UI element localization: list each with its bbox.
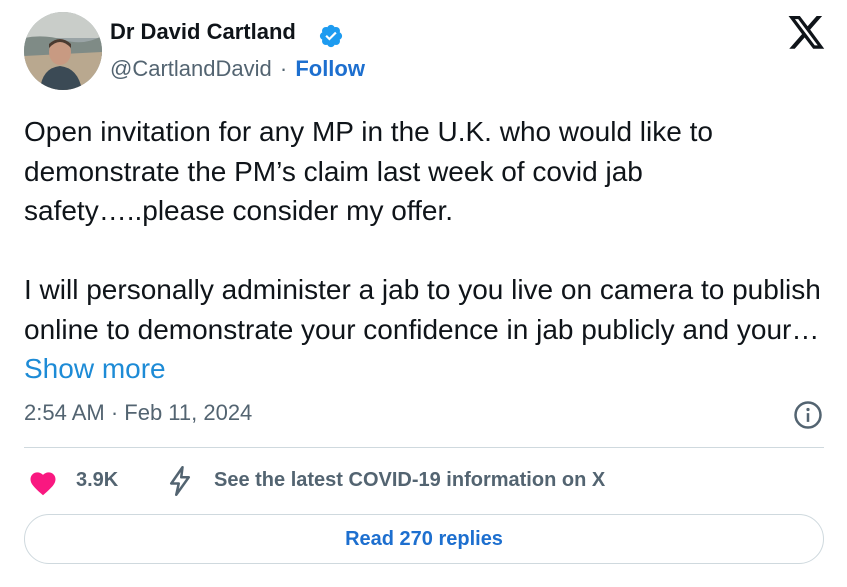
tweet-timestamp[interactable]: 2:54 AM · Feb 11, 2024 [24,400,252,426]
tweet-text: Open invitation for any MP in the U.K. w… [24,112,834,389]
read-replies-button[interactable]: Read 270 replies [24,514,824,564]
lightning-bolt-icon [170,466,190,496]
verified-badge-icon [319,24,343,48]
follow-button[interactable]: Follow [295,56,365,81]
tweet-paragraph-2-text: I will personally administer a jab to yo… [24,274,821,345]
tweet-paragraph-1: Open invitation for any MP in the U.K. w… [24,116,713,226]
tweet-card: Dr David Cartland @CartlandDavid · Follo… [0,0,847,587]
covid-info-link[interactable]: See the latest COVID-19 information on X [214,469,605,492]
x-logo-icon[interactable] [788,16,826,50]
divider [24,447,824,448]
like-count[interactable]: 3.9K [76,469,118,492]
tweet-paragraph-2: I will personally administer a jab to yo… [24,270,834,389]
author-name[interactable]: Dr David Cartland [110,19,296,45]
avatar[interactable] [24,12,102,90]
show-more-link[interactable]: Show more [24,353,166,384]
author-handle[interactable]: @CartlandDavid [110,56,272,81]
avatar-photo [24,12,102,90]
handle-separator: · [279,56,288,81]
heart-icon[interactable] [28,468,58,496]
author-handle-row: @CartlandDavid · Follow [110,56,365,82]
info-icon[interactable] [793,400,823,430]
